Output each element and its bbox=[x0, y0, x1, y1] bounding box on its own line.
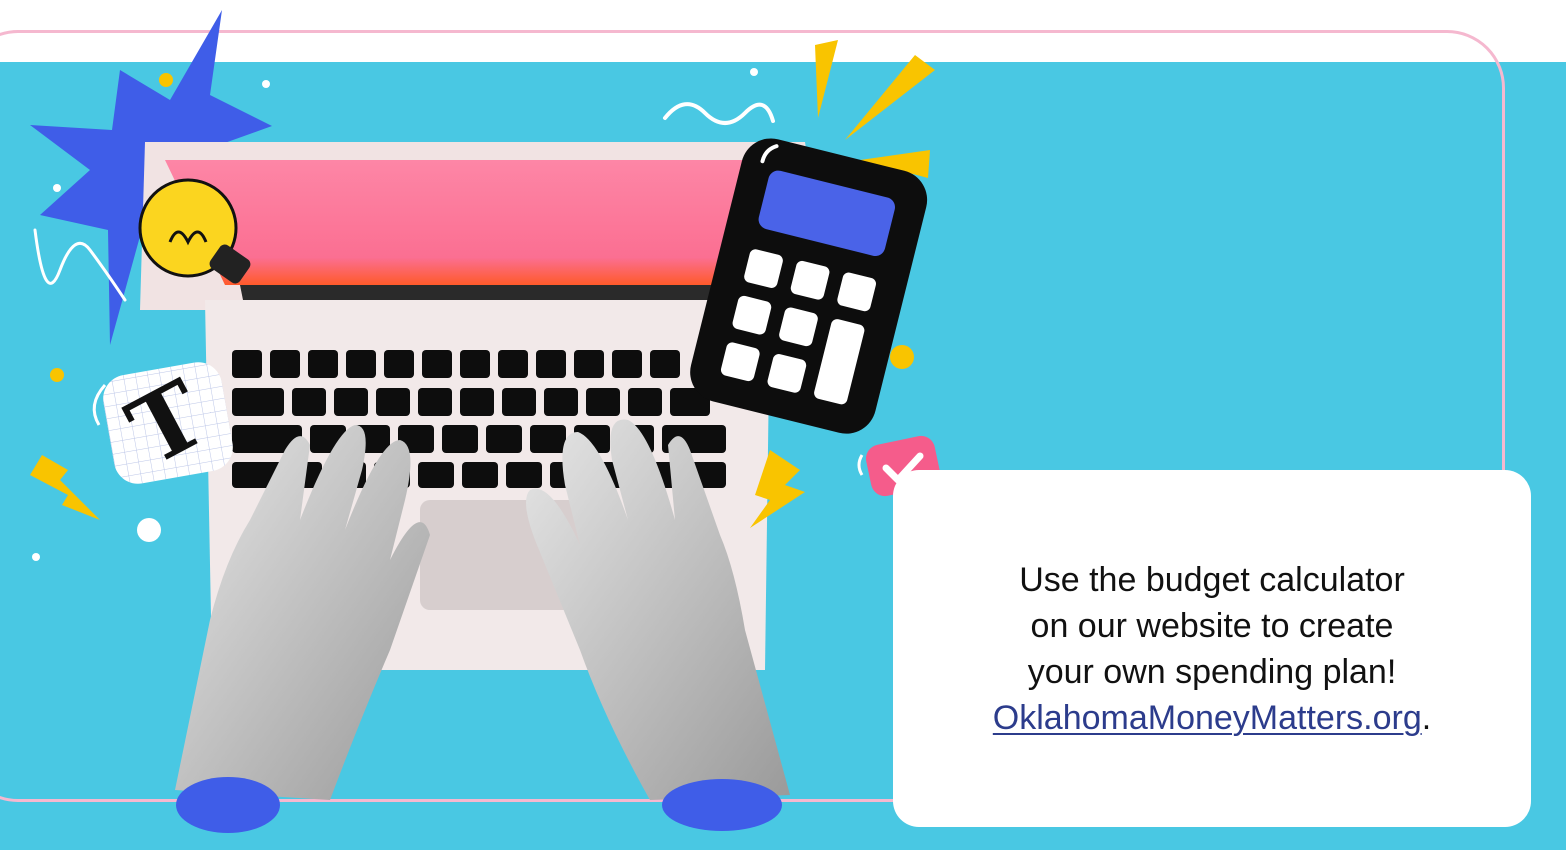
info-line-1: Use the budget calculator bbox=[1019, 560, 1405, 599]
lightning-bolt-icon bbox=[30, 455, 100, 520]
letter-t-badge-icon: T bbox=[103, 359, 233, 487]
info-line-3: your own spending plan! bbox=[1027, 652, 1397, 691]
info-message: Use the budget calculator on our website… bbox=[922, 557, 1502, 741]
link-trailing-period: . bbox=[1421, 698, 1432, 737]
info-card: Use the budget calculator on our website… bbox=[893, 470, 1531, 827]
info-line-2: on our website to create bbox=[1030, 606, 1394, 645]
laptop-illustration: T bbox=[30, 10, 941, 833]
website-link[interactable]: OklahomaMoneyMatters.org bbox=[993, 699, 1422, 737]
info-line-4: OklahomaMoneyMatters.org. bbox=[922, 695, 1502, 741]
